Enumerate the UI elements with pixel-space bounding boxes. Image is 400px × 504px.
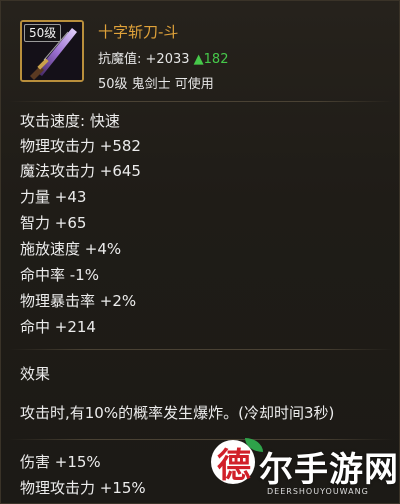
level-badge: 50级: [24, 24, 62, 42]
divider: [9, 349, 393, 350]
effect-description: 攻击时,有10%的概率发生爆炸。(冷却时间3秒): [20, 404, 335, 422]
usage-requirement: 50级 鬼剑士 可使用: [98, 77, 214, 92]
stat-magic-attack: 魔法攻击力 +645: [20, 162, 141, 180]
stat-strength: 力量 +43: [20, 188, 87, 206]
site-watermark: 德 尔手游网 DEERSHOUYOUWANG: [209, 436, 399, 503]
item-icon-frame[interactable]: 50级: [20, 20, 84, 82]
stat-attack-speed: 攻击速度: 快速: [20, 112, 120, 130]
resist-value-row: 抗魔值: +2033 ▲182: [98, 48, 228, 67]
effect-title: 效果: [20, 365, 51, 383]
stat-intelligence: 智力 +65: [20, 214, 87, 232]
watermark-logo-glyph: 德: [217, 446, 251, 486]
stat-damage-bonus: 伤害 +15%: [20, 453, 101, 471]
item-name: 十字斩刀-斗: [98, 23, 179, 41]
stat-hit-rate: 命中率 -1%: [20, 266, 99, 284]
item-tooltip: 50级 十字斩刀-斗 抗魔值: +2033 ▲182 50级 鬼剑士 可使用 攻…: [0, 0, 400, 504]
stat-physical-attack: 物理攻击力 +582: [20, 137, 141, 155]
stat-physical-crit: 物理暴击率 +2%: [20, 292, 137, 310]
divider: [9, 101, 393, 102]
stat-hit: 命中 +214: [20, 318, 96, 336]
watermark-text: 尔手游网: [259, 450, 399, 490]
resist-bonus: ▲182: [193, 52, 229, 67]
stat-cast-speed: 施放速度 +4%: [20, 240, 122, 258]
resist-label: 抗魔值:: [98, 52, 142, 67]
stat-physical-attack-bonus: 物理攻击力 +15%: [20, 479, 146, 497]
watermark-subtitle: DEERSHOUYOUWANG: [267, 487, 369, 496]
resist-value: +2033: [145, 52, 190, 67]
